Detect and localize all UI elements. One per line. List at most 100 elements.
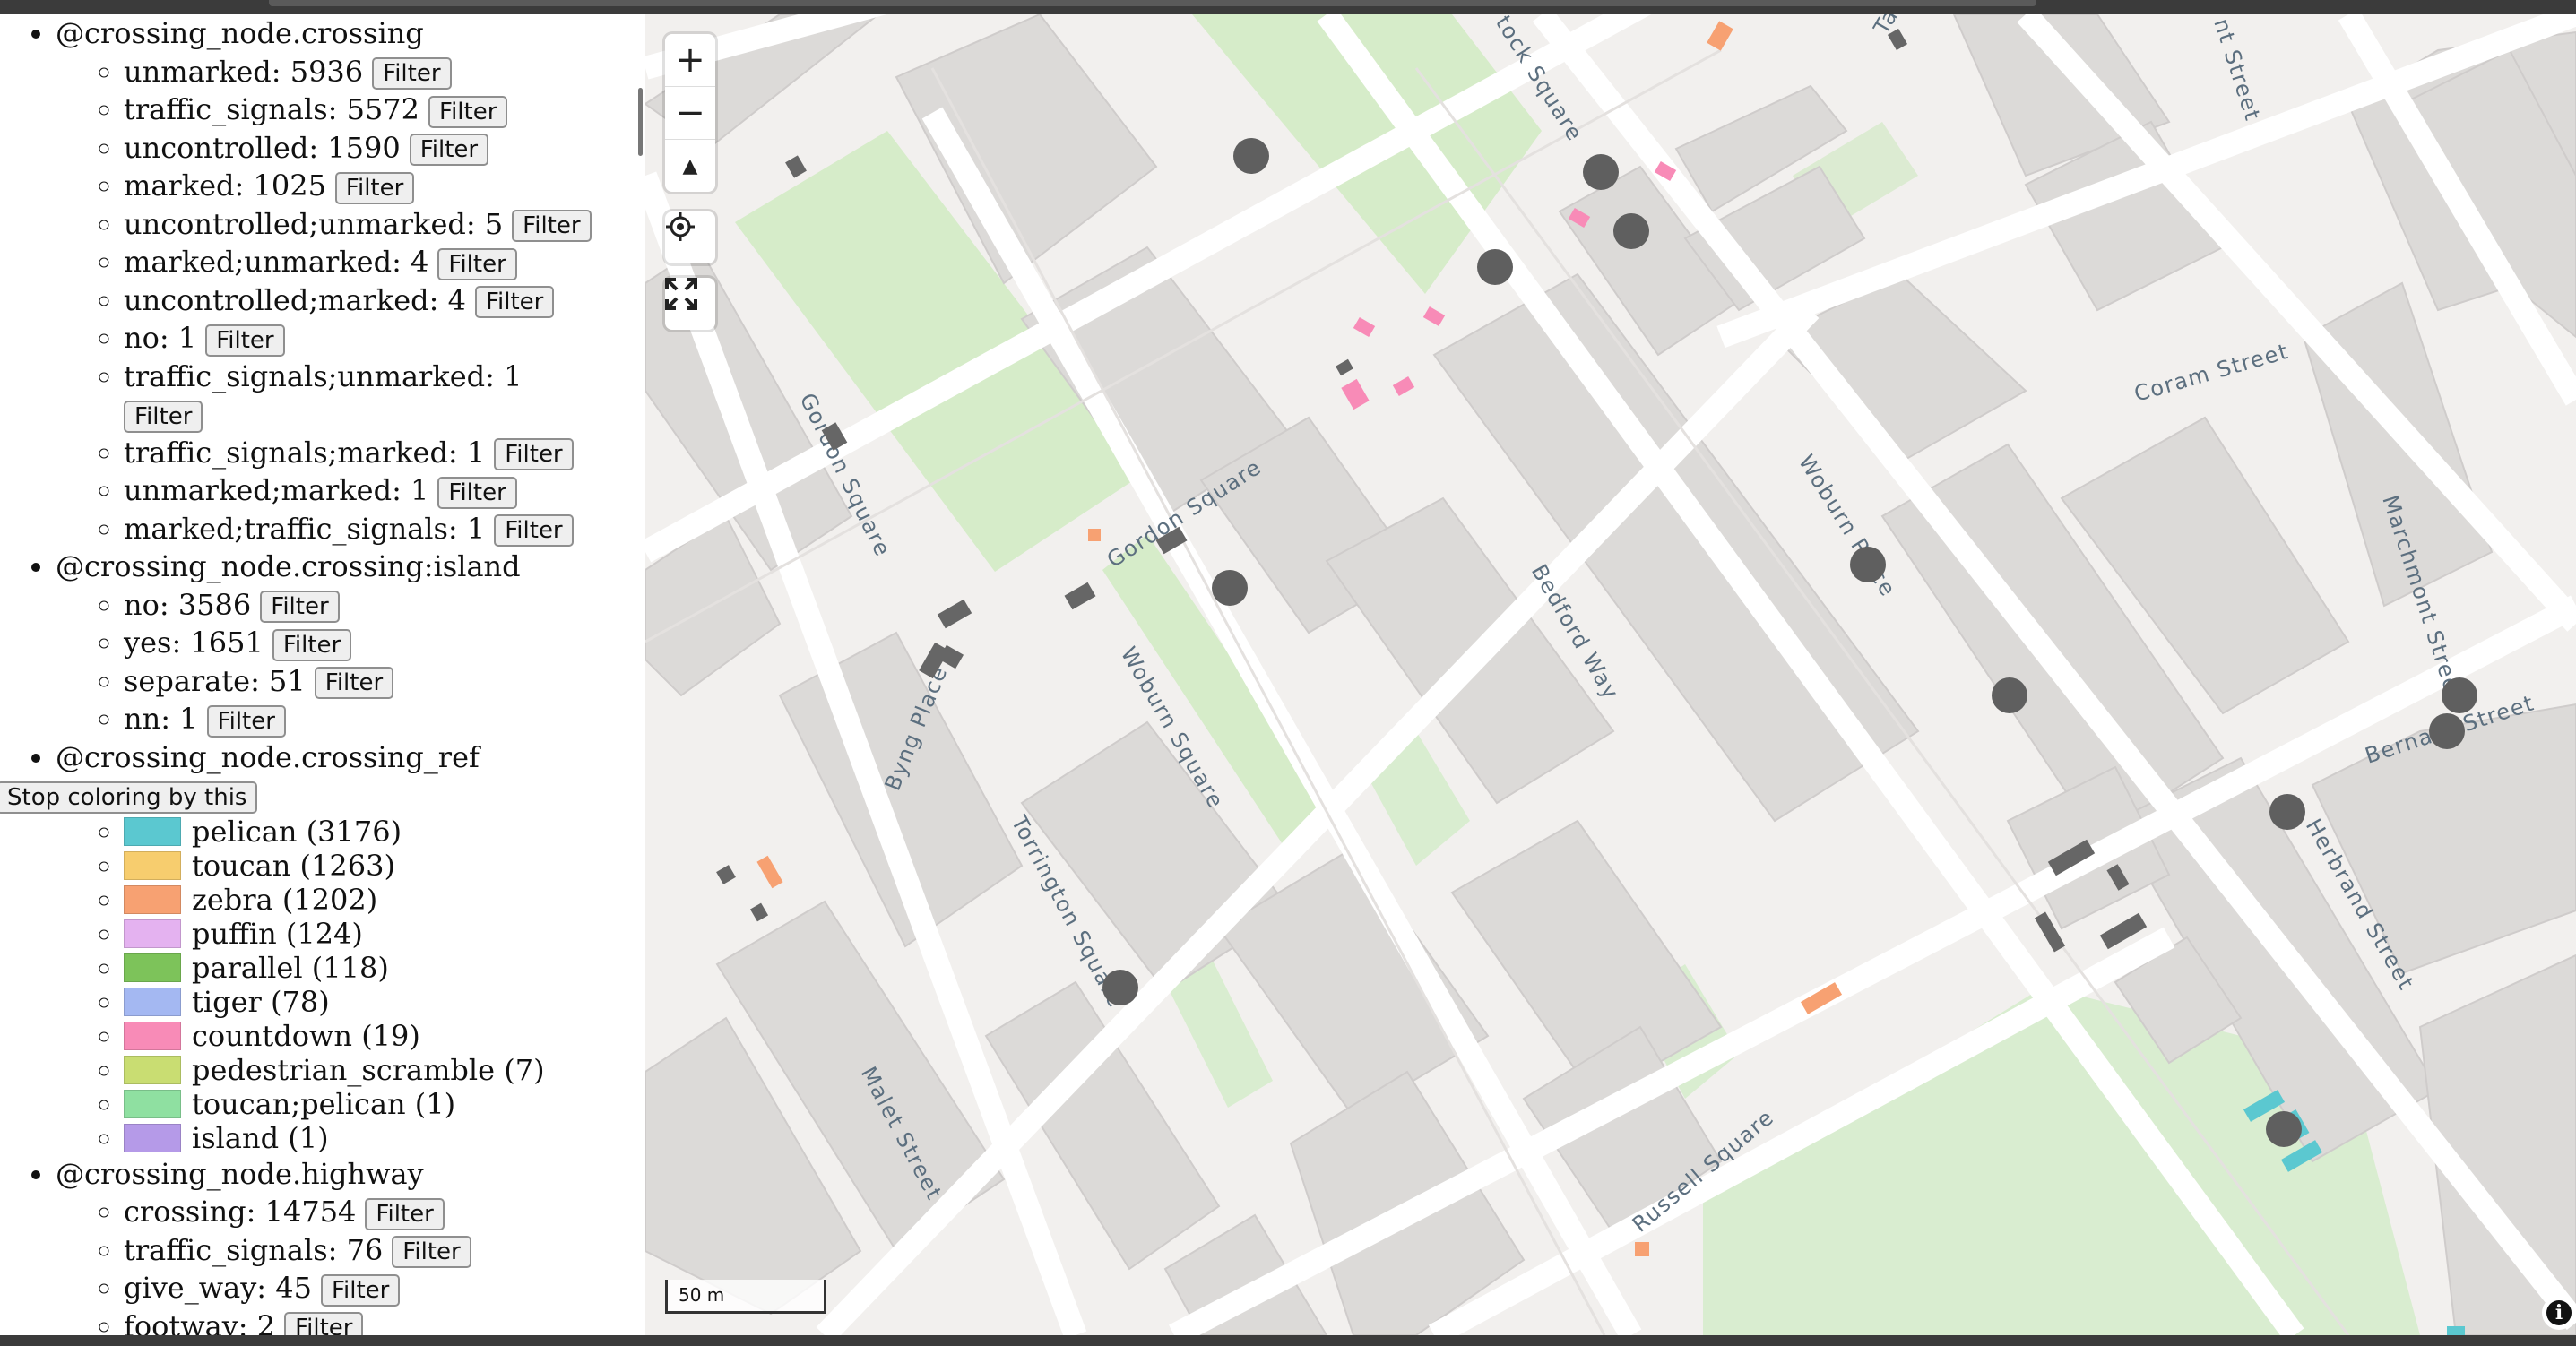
filter-button[interactable]: Filter bbox=[272, 628, 352, 661]
value-count: 1025 bbox=[253, 168, 326, 203]
filter-button[interactable]: Filter bbox=[494, 514, 574, 547]
legend-swatch bbox=[124, 884, 181, 914]
legend-swatch bbox=[124, 850, 181, 880]
group-title: @crossing_node.crossing:island bbox=[56, 549, 521, 583]
filter-button[interactable]: Filter bbox=[437, 247, 517, 280]
legend-label: zebra (1202) bbox=[192, 882, 378, 917]
traffic-signal-marker[interactable] bbox=[2429, 713, 2465, 749]
legend-item: parallel (118) bbox=[124, 951, 645, 985]
filter-button[interactable]: Filter bbox=[494, 438, 574, 470]
value-label: marked;unmarked: bbox=[124, 245, 402, 279]
value-label: crossing: bbox=[124, 1195, 256, 1229]
value-item: no: 3586Filter bbox=[124, 586, 645, 625]
legend-label: pelican (3176) bbox=[192, 814, 402, 849]
legend-swatch bbox=[124, 1123, 181, 1152]
filter-button[interactable]: Filter bbox=[205, 324, 285, 357]
crossing-marker-zebra[interactable] bbox=[1635, 1242, 1649, 1256]
filter-button[interactable]: Filter bbox=[437, 476, 517, 509]
filter-button[interactable]: Filter bbox=[314, 667, 394, 699]
filter-button[interactable]: Filter bbox=[474, 286, 555, 318]
filter-button[interactable]: Filter bbox=[428, 95, 508, 128]
filter-button[interactable]: Filter bbox=[512, 210, 592, 242]
value-count: 51 bbox=[269, 663, 306, 698]
traffic-signal-marker[interactable] bbox=[1212, 570, 1248, 606]
traffic-signal-marker[interactable] bbox=[1850, 547, 1886, 582]
legend-list: pelican (3176) toucan (1263) zebra (1202… bbox=[56, 815, 645, 1155]
value-count: 1 bbox=[504, 358, 523, 393]
value-label: traffic_signals: bbox=[124, 1232, 338, 1267]
legend-item: toucan (1263) bbox=[124, 849, 645, 883]
value-label: yes: bbox=[124, 626, 182, 660]
crosshair-icon bbox=[666, 212, 695, 241]
value-list: crossing: 14754Filter traffic_signals: 7… bbox=[56, 1193, 645, 1335]
group-crossing: @crossing_node.crossing unmarked: 5936Fi… bbox=[56, 14, 645, 548]
value-item: nn: 1Filter bbox=[124, 700, 645, 738]
filter-button[interactable]: Filter bbox=[284, 1312, 364, 1335]
filter-button[interactable]: Filter bbox=[124, 400, 203, 433]
zoom-out-button[interactable]: − bbox=[665, 86, 715, 139]
value-label: unmarked;marked: bbox=[124, 473, 402, 507]
filter-button[interactable]: Filter bbox=[320, 1273, 401, 1307]
value-item: traffic_signals;marked: 1Filter bbox=[124, 434, 645, 472]
zoom-controls: + − ▲ bbox=[665, 34, 715, 192]
traffic-signal-marker[interactable] bbox=[1477, 249, 1513, 285]
value-count: 3586 bbox=[177, 587, 252, 622]
value-list: unmarked: 5936Filter traffic_signals: 55… bbox=[56, 53, 645, 548]
traffic-signal-marker[interactable] bbox=[2442, 677, 2477, 713]
compass-button[interactable]: ▲ bbox=[665, 139, 715, 192]
fullscreen-button[interactable] bbox=[665, 278, 715, 330]
fullscreen-control bbox=[665, 278, 715, 330]
traffic-signal-marker[interactable] bbox=[2266, 1111, 2302, 1147]
legend-label: parallel (118) bbox=[192, 950, 389, 985]
value-item: uncontrolled;unmarked: 5Filter bbox=[124, 205, 645, 244]
sidebar[interactable]: @crossing_node.crossing unmarked: 5936Fi… bbox=[0, 14, 645, 1335]
legend-item: pedestrian_scramble (7) bbox=[124, 1053, 645, 1087]
filter-button[interactable]: Filter bbox=[334, 171, 415, 204]
legend-label: toucan (1263) bbox=[192, 848, 395, 883]
value-count: 1651 bbox=[190, 626, 264, 660]
filter-button[interactable]: Filter bbox=[372, 57, 452, 90]
traffic-signal-marker[interactable] bbox=[1583, 154, 1619, 190]
fullscreen-icon bbox=[665, 278, 697, 310]
traffic-signal-marker[interactable] bbox=[1992, 677, 2027, 713]
crossing-marker-pelican[interactable] bbox=[2447, 1326, 2465, 1335]
filter-button[interactable]: Filter bbox=[409, 134, 489, 166]
value-count: 76 bbox=[346, 1232, 384, 1267]
value-label: uncontrolled: bbox=[124, 130, 319, 165]
value-label: traffic_signals;marked: bbox=[124, 435, 458, 470]
legend-swatch bbox=[124, 1055, 181, 1084]
compass-icon: ▲ bbox=[682, 154, 698, 177]
value-count: 1 bbox=[466, 511, 486, 546]
legend-swatch bbox=[124, 919, 181, 948]
stop-coloring-button[interactable]: Stop coloring by this bbox=[0, 781, 258, 814]
traffic-signal-marker[interactable] bbox=[1233, 138, 1269, 174]
map-canvas[interactable]: Gordon Square Gordon Square tock Square … bbox=[645, 14, 2576, 1335]
traffic-signal-marker[interactable] bbox=[2269, 794, 2305, 830]
map[interactable]: Gordon Square Gordon Square tock Square … bbox=[645, 14, 2576, 1335]
traffic-signal-marker[interactable] bbox=[1102, 970, 1138, 1005]
geolocate-button[interactable] bbox=[665, 211, 715, 263]
value-count: 1 bbox=[411, 473, 429, 507]
zoom-in-button[interactable]: + bbox=[665, 34, 715, 86]
value-item: marked: 1025Filter bbox=[124, 167, 645, 205]
info-icon: i bbox=[2546, 1300, 2572, 1325]
attribution-button[interactable]: i bbox=[2542, 1296, 2576, 1330]
value-count: 1 bbox=[179, 702, 198, 736]
value-item: traffic_signals: 5572 Filter bbox=[124, 91, 645, 129]
value-list: no: 3586Filter yes: 1651Filter separate:… bbox=[56, 586, 645, 738]
filter-button[interactable]: Filter bbox=[392, 1236, 471, 1268]
crossing-marker-zebra[interactable] bbox=[1088, 529, 1101, 541]
value-label: footway: bbox=[124, 1308, 248, 1336]
value-item: marked;traffic_signals: 1Filter bbox=[124, 510, 645, 548]
filter-button[interactable]: Filter bbox=[260, 591, 340, 623]
value-count: 4 bbox=[411, 245, 429, 279]
vertical-scrollbar[interactable] bbox=[638, 88, 643, 156]
value-label: no: bbox=[124, 587, 169, 622]
legend-label: tiger (78) bbox=[192, 984, 330, 1019]
traffic-signal-marker[interactable] bbox=[1613, 213, 1649, 249]
value-count: 1 bbox=[177, 321, 197, 355]
top-bar bbox=[0, 0, 2576, 14]
filter-button[interactable]: Filter bbox=[206, 704, 286, 738]
value-count: 2 bbox=[256, 1308, 276, 1336]
filter-button[interactable]: Filter bbox=[365, 1197, 445, 1230]
